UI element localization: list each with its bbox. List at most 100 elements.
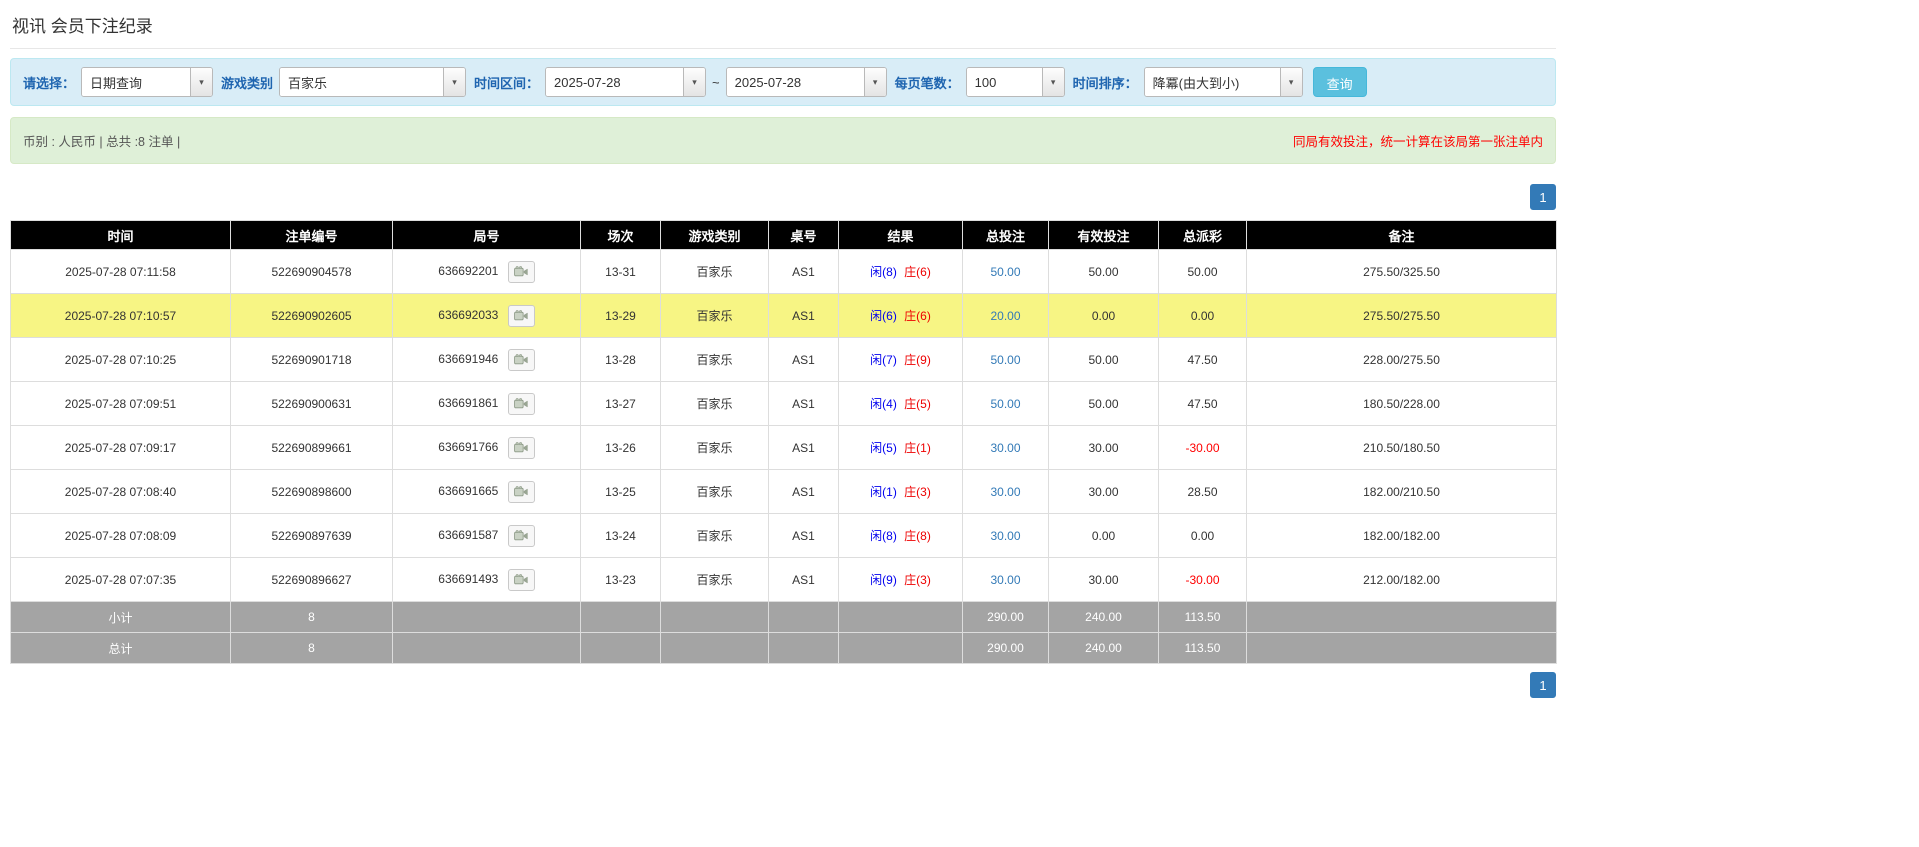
cell-total-bet[interactable]: 50.00	[963, 250, 1049, 294]
result-banker: 庄(9)	[904, 353, 931, 367]
video-replay-icon[interactable]	[508, 569, 535, 591]
total-row: 总计 8 290.00 240.00 113.50	[11, 633, 1557, 664]
cell-game-type: 百家乐	[661, 558, 769, 602]
cell-time: 2025-07-28 07:11:58	[11, 250, 231, 294]
filter-bar: 请选择： ▾ 游戏类别 ▾ 时间区间： ▾ ~ ▾ 每页笔数： ▾ 时间排序： …	[10, 58, 1556, 106]
game-type-input[interactable]	[280, 68, 443, 96]
cell-round: 636691766	[393, 426, 581, 470]
cell-remark: 182.00/182.00	[1247, 514, 1557, 558]
cell-bet-id: 522690901718	[231, 338, 393, 382]
date-from-combobox[interactable]: ▾	[545, 67, 706, 97]
total-valid-bet: 240.00	[1049, 633, 1159, 664]
subtotal-count: 8	[231, 602, 393, 633]
cell-total-bet[interactable]: 50.00	[963, 382, 1049, 426]
cell-time: 2025-07-28 07:10:57	[11, 294, 231, 338]
per-page-input[interactable]	[967, 68, 1042, 96]
cell-result: 闲(4) 庄(5)	[839, 382, 963, 426]
subtotal-total-bet: 290.00	[963, 602, 1049, 633]
cell-total-bet[interactable]: 20.00	[963, 294, 1049, 338]
table-row: 2025-07-28 07:09:17 522690899661 6366917…	[11, 426, 1557, 470]
col-header-valid-bet: 有效投注	[1049, 221, 1159, 250]
empty-cell	[393, 602, 581, 633]
date-to-input[interactable]	[727, 68, 864, 96]
cell-remark: 275.50/325.50	[1247, 250, 1557, 294]
cell-payout: 47.50	[1159, 338, 1247, 382]
cell-session: 13-31	[581, 250, 661, 294]
cell-valid-bet: 50.00	[1049, 338, 1159, 382]
round-number: 636691861	[438, 396, 498, 410]
round-number: 636692033	[438, 308, 498, 322]
result-player: 闲(1)	[870, 485, 897, 499]
cell-session: 13-23	[581, 558, 661, 602]
chevron-down-icon[interactable]: ▾	[1280, 68, 1302, 96]
cell-remark: 180.50/228.00	[1247, 382, 1557, 426]
video-replay-icon[interactable]	[508, 525, 535, 547]
subtotal-label: 小计	[11, 602, 231, 633]
cell-game-type: 百家乐	[661, 338, 769, 382]
table-header-row: 时间 注单编号 局号 场次 游戏类别 桌号 结果 总投注 有效投注 总派彩 备注	[11, 221, 1557, 250]
chevron-down-icon[interactable]: ▾	[190, 68, 212, 96]
query-type-combobox[interactable]: ▾	[81, 67, 213, 97]
game-type-combobox[interactable]: ▾	[279, 67, 466, 97]
subtotal-valid-bet: 240.00	[1049, 602, 1159, 633]
cell-valid-bet: 30.00	[1049, 470, 1159, 514]
date-to-combobox[interactable]: ▾	[726, 67, 887, 97]
result-banker: 庄(3)	[904, 573, 931, 587]
search-button[interactable]: 查询	[1313, 67, 1367, 97]
video-replay-icon[interactable]	[508, 481, 535, 503]
empty-cell	[839, 602, 963, 633]
cell-valid-bet: 50.00	[1049, 250, 1159, 294]
empty-cell	[769, 633, 839, 664]
round-number: 636691665	[438, 484, 498, 498]
result-banker: 庄(8)	[904, 529, 931, 543]
cell-result: 闲(1) 庄(3)	[839, 470, 963, 514]
cell-total-bet[interactable]: 30.00	[963, 558, 1049, 602]
cell-total-bet[interactable]: 30.00	[963, 470, 1049, 514]
cell-remark: 210.50/180.50	[1247, 426, 1557, 470]
per-page-combobox[interactable]: ▾	[966, 67, 1065, 97]
time-sort-label: 时间排序：	[1073, 73, 1138, 92]
chevron-down-icon[interactable]: ▾	[864, 68, 886, 96]
total-label: 总计	[11, 633, 231, 664]
cell-total-bet[interactable]: 30.00	[963, 514, 1049, 558]
col-header-table-no: 桌号	[769, 221, 839, 250]
cell-table-no: AS1	[769, 470, 839, 514]
video-replay-icon[interactable]	[508, 349, 535, 371]
cell-game-type: 百家乐	[661, 294, 769, 338]
cell-bet-id: 522690899661	[231, 426, 393, 470]
cell-valid-bet: 0.00	[1049, 294, 1159, 338]
cell-bet-id: 522690897639	[231, 514, 393, 558]
cell-total-bet[interactable]: 50.00	[963, 338, 1049, 382]
video-replay-icon[interactable]	[508, 261, 535, 283]
cell-remark: 275.50/275.50	[1247, 294, 1557, 338]
table-row: 2025-07-28 07:07:35 522690896627 6366914…	[11, 558, 1557, 602]
result-banker: 庄(5)	[904, 397, 931, 411]
video-replay-icon[interactable]	[508, 393, 535, 415]
col-header-session: 场次	[581, 221, 661, 250]
query-type-input[interactable]	[82, 68, 190, 96]
pagination-page-button[interactable]: 1	[1530, 672, 1556, 698]
chevron-down-icon[interactable]: ▾	[683, 68, 705, 96]
chevron-down-icon[interactable]: ▾	[443, 68, 465, 96]
cell-table-no: AS1	[769, 382, 839, 426]
cell-remark: 228.00/275.50	[1247, 338, 1557, 382]
pagination-page-button[interactable]: 1	[1530, 184, 1556, 210]
cell-time: 2025-07-28 07:09:51	[11, 382, 231, 426]
cell-round: 636691665	[393, 470, 581, 514]
cell-bet-id: 522690904578	[231, 250, 393, 294]
date-from-input[interactable]	[546, 68, 683, 96]
subtotal-row: 小计 8 290.00 240.00 113.50	[11, 602, 1557, 633]
chevron-down-icon[interactable]: ▾	[1042, 68, 1064, 96]
video-replay-icon[interactable]	[508, 305, 535, 327]
time-sort-input[interactable]	[1145, 68, 1280, 96]
cell-valid-bet: 30.00	[1049, 558, 1159, 602]
cell-payout: 47.50	[1159, 382, 1247, 426]
cell-valid-bet: 0.00	[1049, 514, 1159, 558]
time-range-label: 时间区间：	[474, 73, 539, 92]
result-player: 闲(8)	[870, 265, 897, 279]
cell-total-bet[interactable]: 30.00	[963, 426, 1049, 470]
time-sort-combobox[interactable]: ▾	[1144, 67, 1303, 97]
cell-round: 636692201	[393, 250, 581, 294]
cell-payout: 0.00	[1159, 294, 1247, 338]
video-replay-icon[interactable]	[508, 437, 535, 459]
